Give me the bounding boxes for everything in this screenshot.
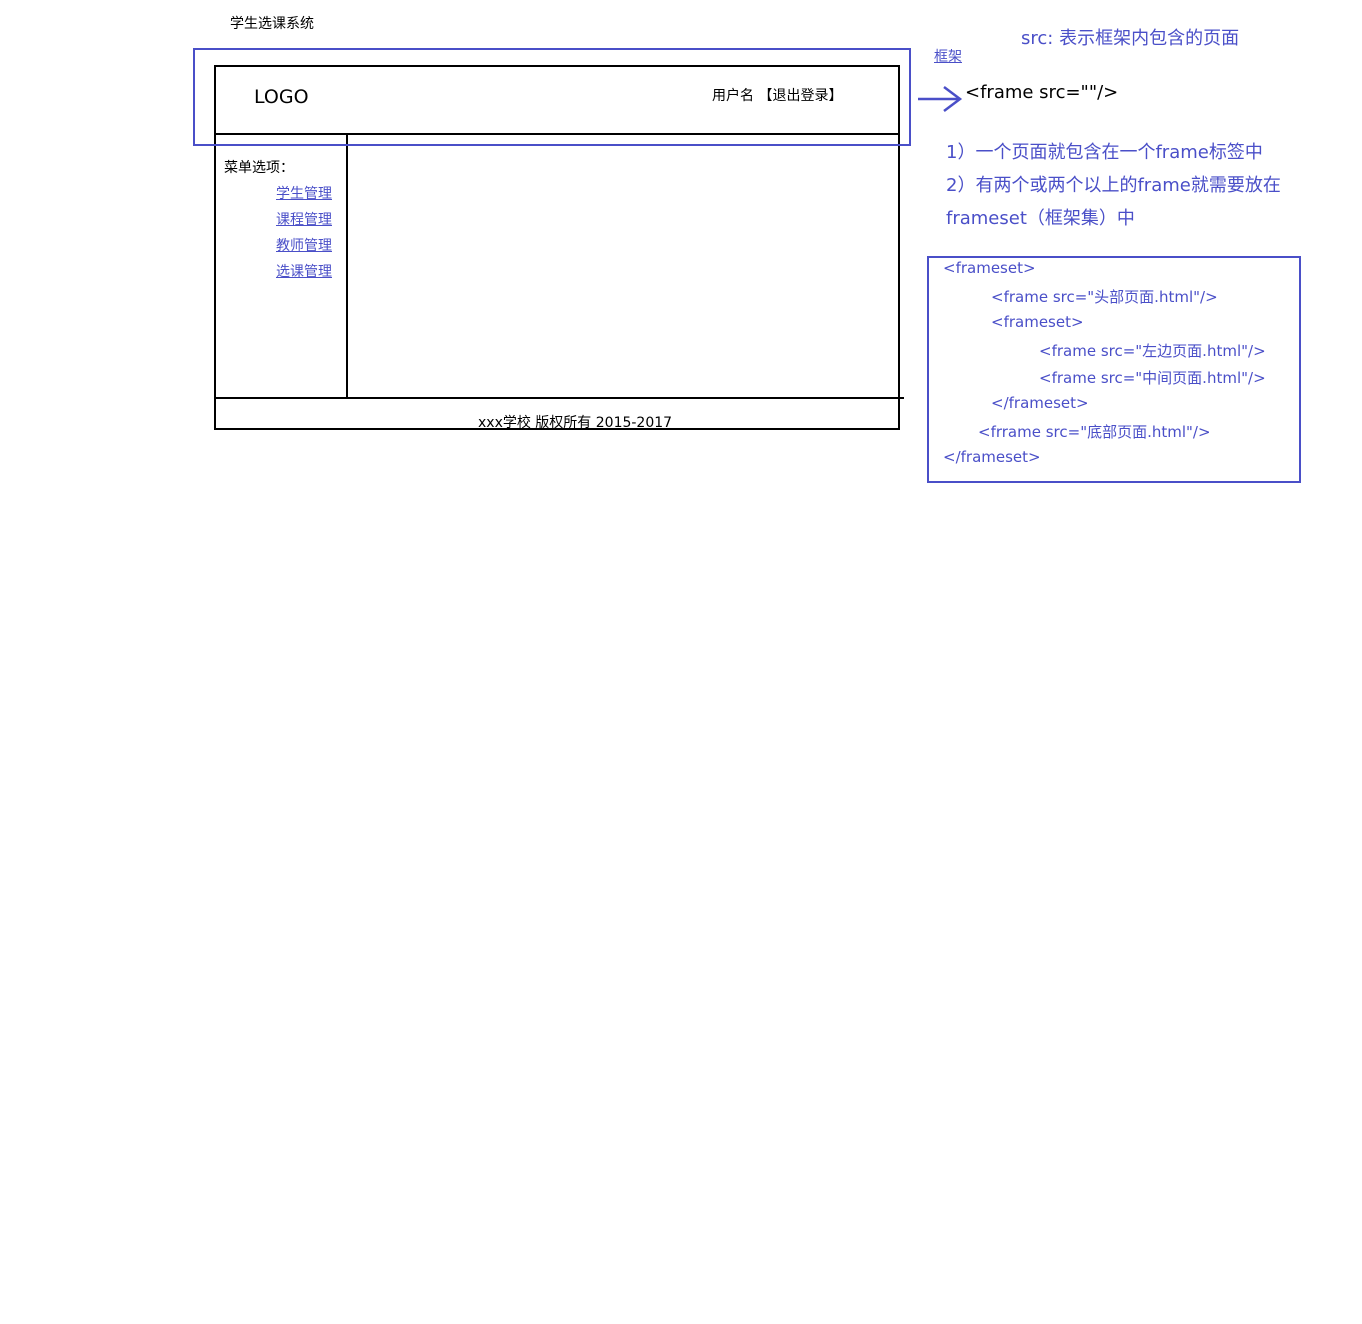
page-title: 学生选课系统 — [230, 16, 314, 32]
sidebar-divider — [346, 134, 348, 399]
code-line: <frame src="中间页面.html"/> — [1039, 369, 1266, 387]
rule-line-3: frameset（框架集）中 — [946, 208, 1135, 229]
code-line: </frameset> — [943, 448, 1041, 466]
code-line: <frrame src="底部页面.html"/> — [978, 423, 1211, 441]
code-line: <frame src="左边页面.html"/> — [1039, 342, 1266, 360]
frame-tag-example: <frame src=""/> — [965, 82, 1119, 103]
menu-title: 菜单选项： — [224, 160, 294, 176]
code-line: <frame src="头部页面.html"/> — [991, 288, 1218, 306]
frame-label: 框架 — [934, 49, 962, 65]
menu-link-course[interactable]: 课程管理 — [224, 209, 332, 229]
logo: LOGO — [254, 86, 309, 108]
menu-link-teacher[interactable]: 教师管理 — [224, 235, 332, 255]
menu-link-student[interactable]: 学生管理 — [224, 183, 332, 203]
menu-link-selection[interactable]: 选课管理 — [224, 261, 332, 281]
rule-line-2: 2）有两个或两个以上的frame就需要放在 — [946, 175, 1281, 196]
footer-divider — [214, 397, 904, 399]
code-line: <frameset> — [991, 313, 1084, 331]
code-line: </frameset> — [991, 394, 1089, 412]
rule-line-1: 1）一个页面就包含在一个frame标签中 — [946, 142, 1263, 163]
footer-text: xxx学校 版权所有 2015-2017 — [478, 415, 673, 431]
code-line: <frameset> — [943, 259, 1036, 277]
src-note: src: 表示框架内包含的页面 — [1021, 28, 1240, 49]
user-info: 用户名 【退出登录】 — [712, 88, 843, 104]
arrow-right-icon — [918, 86, 963, 112]
